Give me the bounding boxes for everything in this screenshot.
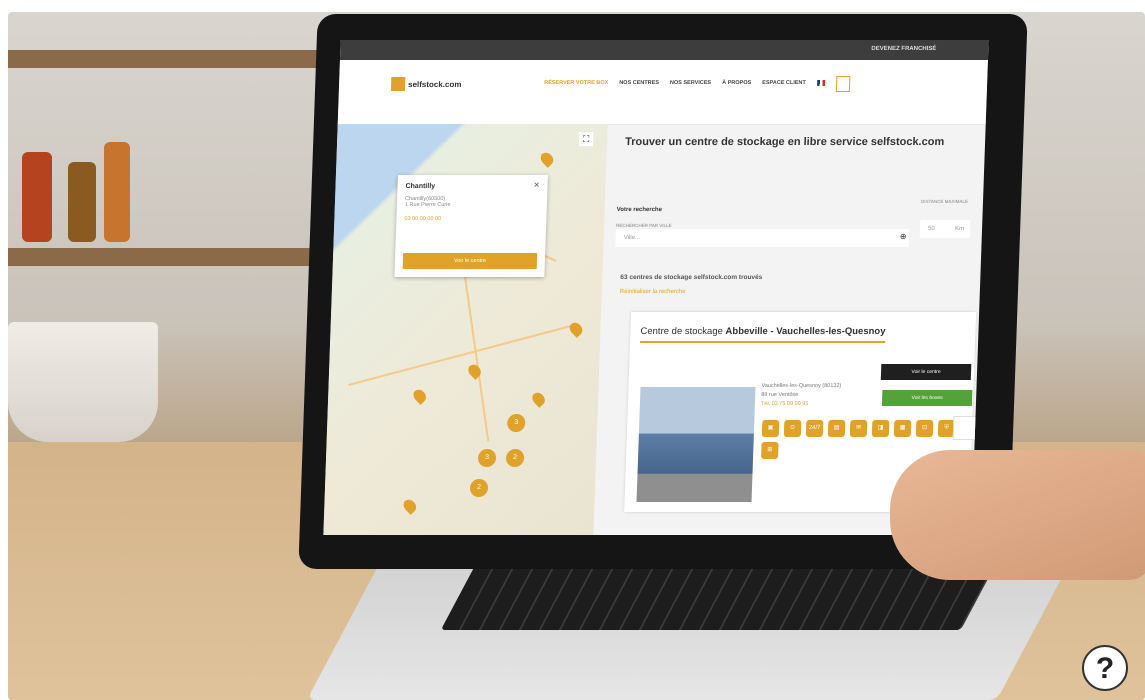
map-pin-icon[interactable]: [529, 390, 548, 408]
service-mail-icon: ✉: [849, 420, 868, 437]
bottle: [22, 152, 52, 242]
close-icon[interactable]: ×: [534, 180, 540, 191]
distance-value: 50: [927, 226, 935, 232]
page-title: Trouver un centre de stockage en libre s…: [624, 136, 945, 148]
service-lock-icon: ▤: [827, 420, 846, 437]
popup-address: Chantilly(60500) 1 Rue Pierre Curie: [405, 196, 539, 208]
shelf: [8, 248, 338, 266]
map-pin-icon[interactable]: [538, 150, 556, 168]
popup-street: 1 Rue Pierre Curie: [404, 202, 451, 208]
nav-menu: RÉSERVER VOTRE BOX NOS CENTRES NOS SERVI…: [544, 76, 851, 92]
map-pin-icon[interactable]: [567, 320, 585, 338]
view-boxes-button[interactable]: Voir les boxes: [881, 390, 973, 406]
french-flag-icon[interactable]: [816, 80, 825, 86]
logo-mark-icon: [390, 77, 406, 91]
map-cluster[interactable]: 3: [477, 449, 497, 467]
service-calendar-icon: ▦: [893, 420, 912, 437]
map-cluster[interactable]: 3: [506, 414, 526, 432]
popup-title: Chantilly: [405, 183, 436, 190]
centre-photo[interactable]: [636, 387, 756, 502]
map-road: [348, 324, 574, 386]
laptop-screen: DEVENEZ FRANCHISÉ selfstock.com RÉSERVER…: [323, 40, 989, 535]
popup-view-centre-button[interactable]: Voir le centre: [402, 253, 538, 269]
nav-item-about[interactable]: À PROPOS: [722, 80, 751, 92]
shelf: [8, 50, 338, 68]
centre-street: 89 rue Ventôse: [761, 392, 799, 398]
cart-icon[interactable]: [835, 76, 851, 92]
centre-title: Centre de stockage Abbeville - Vauchelle…: [640, 326, 886, 343]
help-button[interactable]: ?: [1082, 645, 1128, 691]
nav-item-centres[interactable]: NOS CENTRES: [619, 80, 659, 92]
service-door-icon: ◨: [871, 420, 890, 437]
locate-icon[interactable]: ⊕: [900, 232, 907, 241]
top-bar: DEVENEZ FRANCHISÉ: [339, 40, 989, 60]
search-label: Votre recherche: [616, 207, 663, 213]
view-centre-button[interactable]: Voir le centre: [880, 364, 972, 380]
hand: [890, 450, 1145, 580]
fullscreen-icon[interactable]: ⛶: [578, 132, 594, 146]
map-pin-icon[interactable]: [401, 497, 419, 515]
nav-item-services[interactable]: NOS SERVICES: [670, 80, 711, 92]
bottle: [104, 142, 130, 242]
results-count: 63 centres de stockage selfstock.com tro…: [620, 274, 763, 281]
nav-item-reserve[interactable]: RÉSERVER VOTRE BOX: [544, 80, 608, 92]
map-popup: × Chantilly Chantilly(60500) 1 Rue Pierr…: [394, 175, 548, 277]
distance-input[interactable]: 50 Km: [919, 220, 971, 238]
site-nav: [337, 60, 988, 125]
service-box-icon: ▣: [761, 420, 780, 437]
map-cluster[interactable]: 2: [469, 479, 489, 497]
centre-title-prefix: Centre de stockage: [640, 326, 724, 337]
centre-address: Vauchelles-les-Quesnoy (80132) 89 rue Ve…: [761, 382, 842, 409]
distance-unit: Km: [954, 226, 965, 232]
centre-phone[interactable]: Tél. 03 75 09 00 95: [761, 401, 809, 407]
map-pin-icon[interactable]: [410, 387, 429, 405]
popup-phone[interactable]: 03 00 00 00 00: [404, 216, 538, 222]
service-camera-icon: ⊙: [783, 420, 802, 437]
city-search-input[interactable]: Ville...: [615, 229, 910, 247]
service-247-icon: 24/7: [805, 420, 824, 437]
franchise-link[interactable]: DEVENEZ FRANCHISÉ: [871, 46, 936, 52]
site-logo[interactable]: selfstock.com: [390, 76, 474, 92]
coffee-cup: [8, 322, 158, 442]
map-pin-icon[interactable]: [465, 362, 484, 380]
nav-item-client[interactable]: ESPACE CLIENT: [762, 80, 806, 92]
reset-search-link[interactable]: Réinitialiser la recherche: [620, 289, 686, 295]
logo-text: selfstock.com: [407, 79, 462, 89]
distance-label: DISTANCE MAXIMALE: [920, 199, 969, 204]
bottle: [68, 162, 96, 242]
recaptcha-badge-icon[interactable]: [952, 416, 978, 440]
city-label: RECHERCHER PAR VILLE: [616, 223, 672, 228]
centre-city: Vauchelles-les-Quesnoy (80132): [761, 383, 842, 389]
map-cluster[interactable]: 2: [505, 449, 525, 467]
service-parking-icon: ⊡: [915, 420, 934, 437]
centre-title-name[interactable]: Abbeville - Vauchelles-les-Quesnoy: [725, 326, 885, 337]
service-grid-icon: ⊞: [761, 442, 779, 459]
